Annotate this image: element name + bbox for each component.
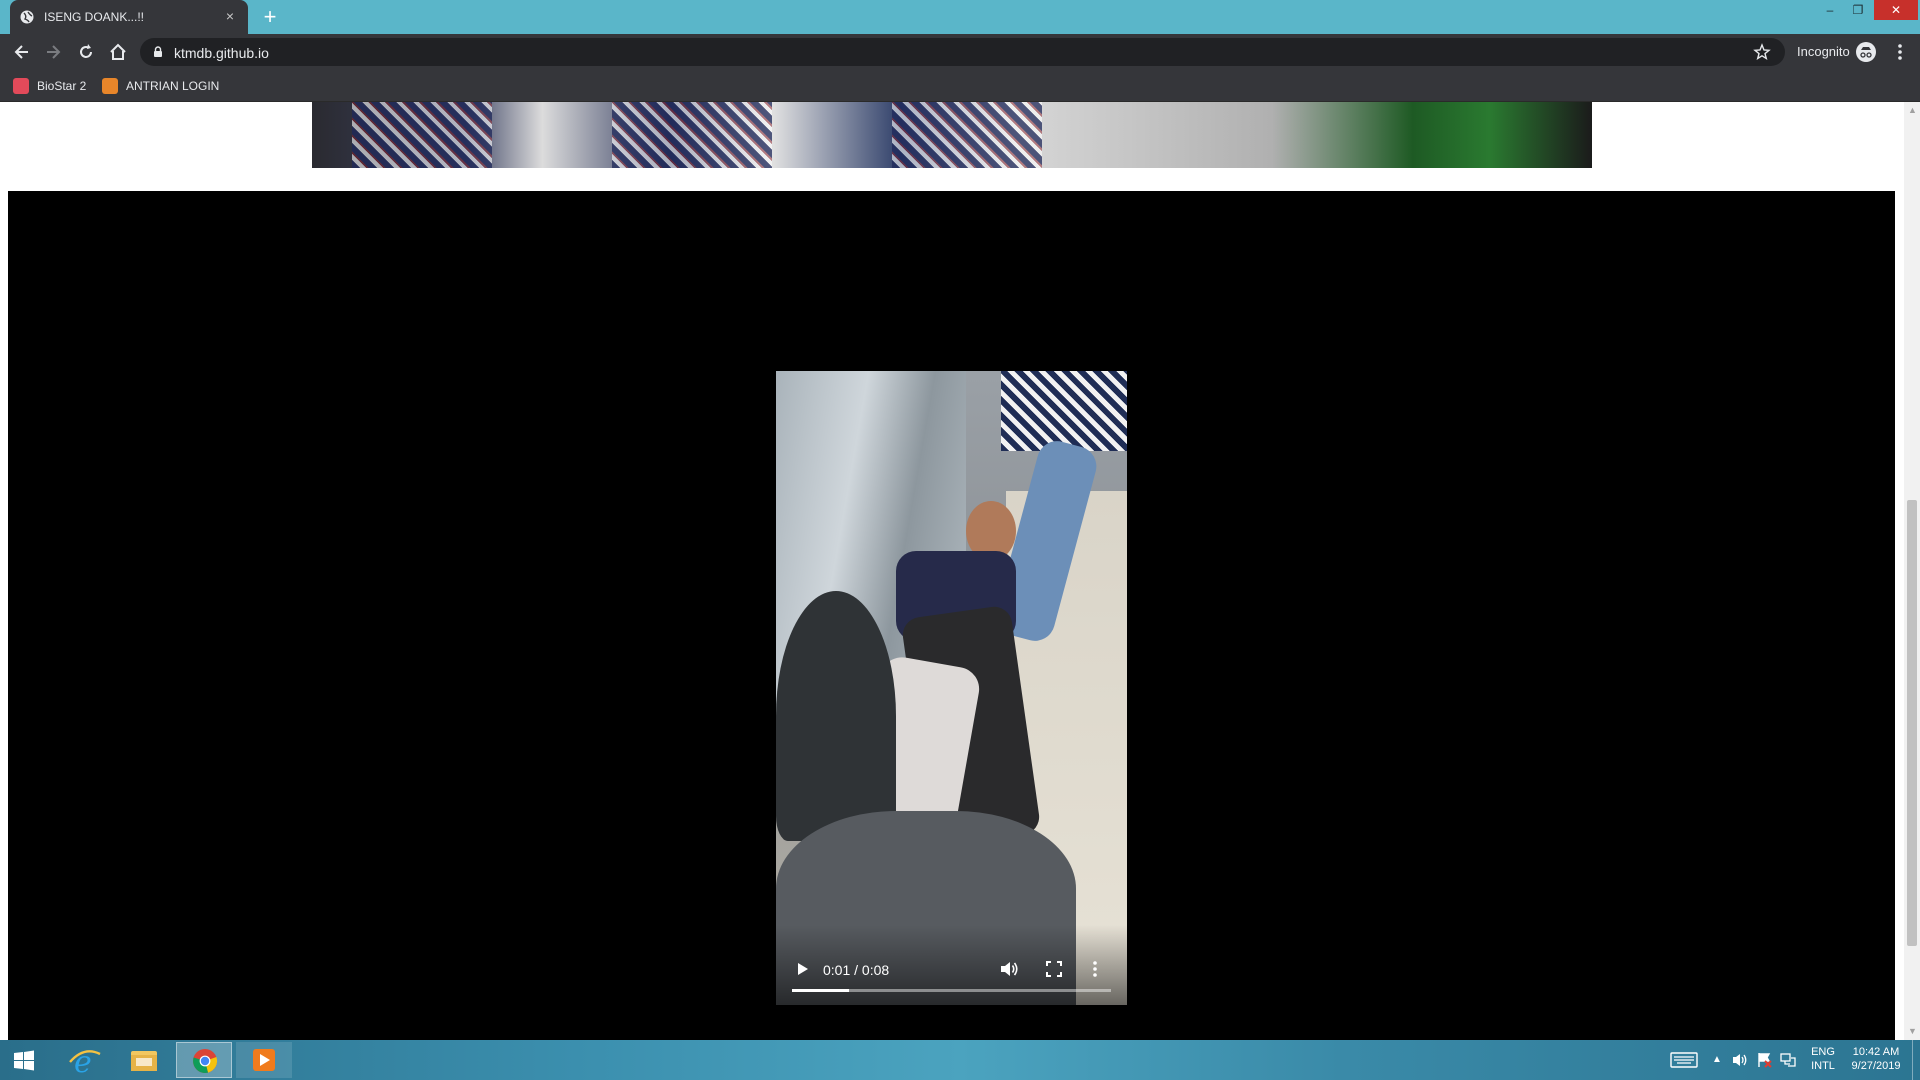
video-player-area: 0:01 / 0:08 [8, 191, 1895, 1040]
tab-strip: ISENG DOANK...!! × + – ❐ ✕ [0, 0, 1920, 34]
video-progress-fill [792, 989, 850, 992]
show-desktop-button[interactable] [1912, 1040, 1920, 1080]
new-tab-button[interactable]: + [260, 6, 280, 28]
chrome-taskbar-button[interactable] [176, 1042, 232, 1078]
biostar-icon [13, 78, 29, 94]
scroll-up-arrow-icon[interactable]: ▲ [1908, 106, 1917, 115]
play-icon[interactable] [794, 961, 810, 977]
show-hidden-icons-arrow[interactable]: ▲ [1712, 1053, 1722, 1067]
forward-arrow-icon[interactable] [43, 42, 63, 62]
page-scrollbar[interactable]: ▲ ▼ [1904, 102, 1920, 1040]
window-close-button[interactable]: ✕ [1874, 0, 1918, 20]
chrome-icon [193, 1049, 218, 1073]
bookmarks-bar: BioStar 2 ANTRIAN LOGIN [0, 70, 1920, 102]
minimize-button[interactable]: – [1816, 0, 1844, 20]
clock-date: 9/27/2019 [1851, 1060, 1901, 1072]
browser-toolbar: ktmdb.github.io Incognito [0, 34, 1920, 70]
bookmark-star-icon[interactable] [1753, 43, 1771, 61]
scroll-down-arrow-icon[interactable]: ▼ [1908, 1027, 1917, 1036]
clock-time: 10:42 AM [1852, 1046, 1900, 1058]
video-more-icon[interactable] [1092, 960, 1098, 978]
page-viewport: 0:01 / 0:08 [0, 102, 1904, 1040]
network-icon[interactable] [1780, 1052, 1796, 1068]
volume-icon[interactable] [999, 960, 1019, 978]
bookmark-app-icon [102, 78, 118, 94]
reload-icon[interactable] [76, 42, 96, 62]
video-time: 0:01 / 0:08 [823, 962, 890, 978]
back-arrow-icon[interactable] [12, 42, 32, 62]
media-player-icon [253, 1049, 275, 1071]
windows-taskbar: e ▲ ENG INTL 10:42 AM 9/27/2019 [0, 1040, 1920, 1080]
home-icon[interactable] [108, 42, 128, 62]
fullscreen-icon[interactable] [1046, 961, 1062, 977]
keyboard-icon[interactable] [1670, 1052, 1698, 1068]
scrollbar-thumb[interactable] [1907, 500, 1917, 946]
browser-tab[interactable]: ISENG DOANK...!! × [10, 0, 248, 34]
file-explorer-icon[interactable] [116, 1042, 172, 1078]
bookmark-label: ANTRIAN LOGIN [126, 79, 220, 93]
browser-menu-icon[interactable] [1892, 42, 1908, 62]
video-player[interactable]: 0:01 / 0:08 [776, 371, 1127, 1005]
bookmark-label: BioStar 2 [37, 79, 87, 93]
restore-button[interactable]: ❐ [1844, 0, 1872, 20]
language-code: ENG [1811, 1046, 1835, 1058]
speaker-icon[interactable] [1732, 1052, 1748, 1068]
video-progress-bar[interactable] [792, 989, 1111, 992]
bookmark-biostar[interactable]: BioStar 2 [13, 77, 86, 95]
video-controls: 0:01 / 0:08 [776, 925, 1127, 1005]
tab-title: ISENG DOANK...!! [44, 10, 145, 24]
action-center-flag-icon[interactable] [1756, 1052, 1772, 1068]
tab-close-button[interactable]: × [222, 8, 238, 24]
input-language[interactable]: ENG INTL [1805, 1045, 1841, 1073]
globe-icon [20, 10, 34, 24]
header-photo [312, 102, 1592, 168]
media-player-taskbar-button[interactable] [236, 1042, 292, 1078]
language-layout: INTL [1811, 1060, 1835, 1072]
incognito-icon[interactable] [1856, 42, 1876, 62]
taskbar-clock[interactable]: 10:42 AM 9/27/2019 [1846, 1045, 1906, 1073]
address-bar[interactable]: ktmdb.github.io [140, 38, 1785, 66]
incognito-label: Incognito [1797, 44, 1850, 59]
lock-icon [154, 46, 162, 57]
internet-explorer-icon[interactable]: e [56, 1042, 112, 1078]
start-button[interactable] [0, 1042, 48, 1078]
svg-text:e: e [74, 1045, 92, 1078]
bookmark-antrian-login[interactable]: ANTRIAN LOGIN [102, 77, 219, 95]
url-text: ktmdb.github.io [174, 45, 269, 61]
